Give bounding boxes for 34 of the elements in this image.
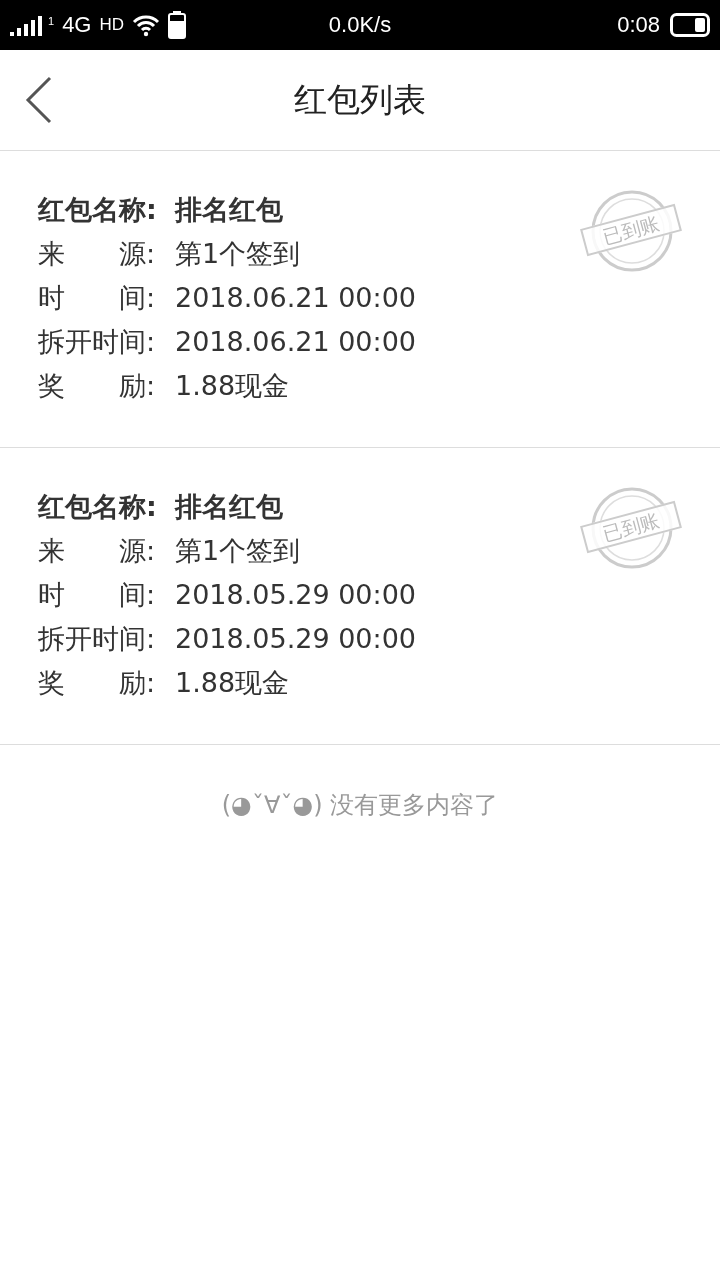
network-type: 4G [62, 12, 92, 38]
received-stamp: 已到账 [580, 500, 682, 554]
field-value: 1.88现金 [175, 666, 290, 700]
field-value: 第1个签到 [175, 534, 301, 568]
field-label: 时 间: [38, 578, 157, 612]
field-value: 2018.06.21 00:00 [175, 325, 416, 359]
field-label: 红包名称: [38, 490, 158, 524]
received-stamp: 已到账 [580, 203, 682, 257]
field-value: 排名红包 [175, 490, 283, 524]
clock: 0:08 [617, 12, 660, 38]
back-button[interactable] [24, 76, 54, 124]
battery-icon [670, 13, 710, 37]
field-label: 来 源: [38, 237, 157, 271]
wifi-icon [132, 13, 161, 37]
field-label: 拆开时间: [38, 325, 157, 359]
end-of-list-text: (◕ˇ∀ˇ◕) 没有更多内容了 [220, 790, 500, 821]
battery-icon [168, 11, 187, 39]
back-icon [24, 76, 54, 124]
network-speed: 0.0K/s [328, 12, 392, 38]
field-value: 2018.05.29 00:00 [175, 578, 416, 612]
field-value: 2018.06.21 00:00 [175, 281, 416, 315]
field-value: 排名红包 [175, 193, 283, 227]
field-label: 奖 励: [38, 369, 157, 403]
field-label: 时 间: [38, 281, 157, 315]
field-value: 第1个签到 [175, 237, 301, 271]
hd-label: HD [99, 15, 125, 35]
sim-slot: 1 [48, 15, 55, 27]
field-value: 2018.05.29 00:00 [175, 622, 416, 656]
field-label: 来 源: [38, 534, 157, 568]
field-label: 奖 励: [38, 666, 157, 700]
field-label: 拆开时间: [38, 622, 157, 656]
field-value: 1.88现金 [175, 369, 290, 403]
field-label: 红包名称: [38, 193, 158, 227]
page-title: 红包列表 [294, 78, 426, 121]
